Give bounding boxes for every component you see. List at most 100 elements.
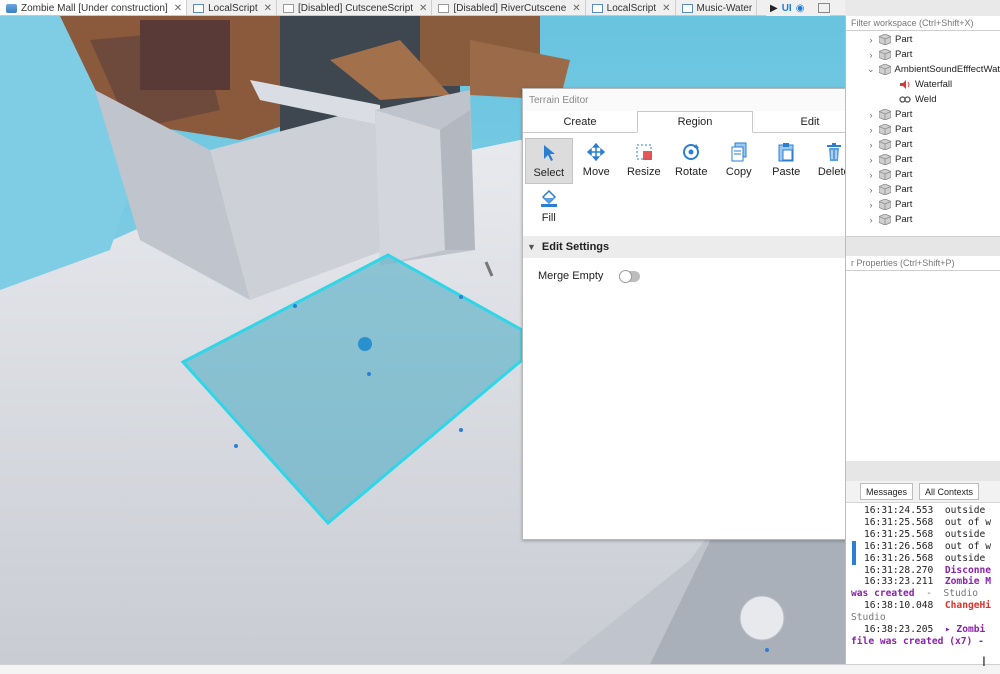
- part-icon: [879, 154, 891, 165]
- part-icon: [879, 139, 891, 150]
- panel-splitter[interactable]: [845, 461, 1000, 481]
- tool-label: Fill: [541, 212, 556, 224]
- tab-region[interactable]: Region: [637, 111, 753, 133]
- edit-settings-header[interactable]: ▼ Edit Settings: [523, 236, 867, 258]
- explorer-row-label: AmbientSoundEfffectWat: [894, 64, 1000, 75]
- region-tools: Select Move Resize Rotate Copy Paste Delete Fil…: [523, 133, 867, 230]
- contexts-dropdown[interactable]: All Contexts: [919, 483, 980, 500]
- log-marker: [852, 540, 856, 553]
- chevron-right-icon[interactable]: ›: [866, 200, 876, 210]
- terrain-editor-titlebar[interactable]: Terrain Editor: [523, 89, 867, 111]
- tool-select-button[interactable]: Select: [525, 138, 573, 184]
- output-line-text: 16:38:10.048 ChangeHi: [864, 600, 992, 612]
- explorer-row[interactable]: › Part: [846, 47, 1000, 62]
- tab-label: Zombie Mall [Under construction]: [21, 2, 168, 14]
- rotate-icon: [680, 141, 702, 163]
- explorer-row[interactable]: › Part: [846, 107, 1000, 122]
- explorer-panel: Filter workspace (Ctrl+Shift+X) › Part › Pa…: [845, 16, 1000, 236]
- properties-filter-input[interactable]: r Properties (Ctrl+Shift+P): [846, 256, 1000, 271]
- explorer-row-label: Part: [895, 34, 913, 45]
- explorer-row[interactable]: › Part: [846, 152, 1000, 167]
- explorer-row[interactable]: Weld: [846, 92, 1000, 107]
- collapse-triangle-icon: ▼: [527, 242, 536, 252]
- chevron-down-icon[interactable]: ⌄: [866, 64, 876, 75]
- part-icon: [879, 199, 891, 210]
- messages-dropdown[interactable]: Messages: [860, 483, 914, 500]
- tool-resize-button[interactable]: Resize: [620, 138, 668, 184]
- status-bar: [0, 664, 1000, 674]
- merge-empty-label: Merge Empty: [538, 270, 604, 282]
- chevron-right-icon[interactable]: ›: [866, 170, 876, 180]
- explorer-row[interactable]: Waterfall: [846, 77, 1000, 92]
- tool-fill-button[interactable]: Fill: [525, 184, 573, 230]
- output-line: 16:33:23.211 Zombie M: [846, 576, 1000, 588]
- explorer-row-label: Weld: [915, 94, 937, 105]
- part-icon: [878, 64, 891, 75]
- chevron-right-icon[interactable]: ›: [866, 215, 876, 225]
- document-tab[interactable]: [Disabled] RiverCutscene ✕: [432, 0, 586, 15]
- document-tab-bar: Zombie Mall [Under construction] ✕ LocalSc…: [0, 0, 845, 16]
- explorer-row[interactable]: › Part: [846, 182, 1000, 197]
- explorer-footer: [845, 236, 1000, 256]
- fill-bucket-icon: [538, 187, 560, 209]
- tool-copy-button[interactable]: Copy: [715, 138, 763, 184]
- chevron-right-icon[interactable]: ›: [866, 125, 876, 135]
- sound-icon: [899, 79, 911, 90]
- close-tab-icon[interactable]: ✕: [264, 3, 272, 14]
- document-tab[interactable]: LocalScript ✕: [586, 0, 676, 15]
- chevron-right-icon[interactable]: ›: [866, 185, 876, 195]
- document-tab[interactable]: Zombie Mall [Under construction] ✕: [0, 0, 188, 15]
- close-tab-icon[interactable]: ✕: [174, 3, 182, 14]
- merge-empty-toggle[interactable]: [619, 269, 641, 283]
- document-tab[interactable]: Music-Water: [676, 0, 758, 15]
- output-line-text: 16:33:23.211 Zombie M: [864, 576, 992, 588]
- output-log[interactable]: 16:31:24.553 outside 16:31:25.568 out of …: [846, 503, 1000, 648]
- ui-toggle-button[interactable]: UI: [782, 3, 792, 14]
- explorer-row[interactable]: › Part: [846, 167, 1000, 182]
- output-line-text: 16:31:26.568 out of w: [864, 540, 992, 552]
- output-line: 16:38:23.205 ▸ Zombi: [846, 624, 1000, 636]
- restore-window-icon[interactable]: [818, 3, 831, 13]
- merge-empty-setting: Merge Empty: [523, 258, 867, 294]
- output-line-text: 16:31:26.568 outside: [864, 552, 986, 564]
- explorer-row-label: Part: [895, 184, 913, 195]
- close-tab-icon[interactable]: ✕: [419, 3, 427, 14]
- script-icon: [282, 3, 294, 13]
- explorer-row[interactable]: › Part: [846, 32, 1000, 47]
- explorer-row-label: Part: [895, 214, 913, 225]
- tab-scroll-right-icon[interactable]: ▶: [770, 3, 778, 14]
- close-tab-icon[interactable]: ✕: [572, 3, 580, 14]
- eye-icon[interactable]: ◉: [796, 3, 805, 14]
- copy-icon: [728, 141, 750, 163]
- tool-paste-button[interactable]: Paste: [763, 138, 811, 184]
- explorer-row[interactable]: › Part: [846, 137, 1000, 152]
- tool-label: Copy: [725, 166, 752, 178]
- close-tab-icon[interactable]: ✕: [662, 3, 670, 14]
- edit-settings-title: Edit Settings: [541, 241, 610, 253]
- output-line-text: 16:31:25.568 out of w: [864, 516, 992, 528]
- document-tab[interactable]: [Disabled] CutsceneScript ✕: [277, 0, 433, 15]
- explorer-row[interactable]: › Part: [846, 212, 1000, 227]
- tool-label: Rotate: [675, 166, 708, 178]
- explorer-row[interactable]: ⌄ AmbientSoundEfffectWat: [846, 62, 1000, 77]
- chevron-right-icon[interactable]: ›: [866, 50, 876, 60]
- tool-move-button[interactable]: Move: [573, 138, 621, 184]
- tool-label: Paste: [772, 166, 801, 178]
- explorer-row-label: Part: [895, 169, 913, 180]
- output-line: 16:31:25.568 outside: [846, 529, 1000, 541]
- explorer-row-label: Part: [895, 139, 913, 150]
- chevron-right-icon[interactable]: ›: [866, 110, 876, 120]
- chevron-right-icon[interactable]: ›: [866, 35, 876, 45]
- part-icon: [879, 124, 891, 135]
- part-icon: [879, 49, 891, 60]
- document-tab[interactable]: LocalScript ✕: [187, 0, 277, 15]
- explorer-filter-input[interactable]: Filter workspace (Ctrl+Shift+X): [846, 16, 1000, 31]
- explorer-row-label: Part: [895, 199, 913, 210]
- script-icon: [193, 3, 205, 13]
- chevron-right-icon[interactable]: ›: [866, 155, 876, 165]
- explorer-row[interactable]: › Part: [846, 197, 1000, 212]
- explorer-row[interactable]: › Part: [846, 122, 1000, 137]
- tool-rotate-button[interactable]: Rotate: [668, 138, 716, 184]
- tab-create[interactable]: Create: [523, 111, 637, 132]
- chevron-right-icon[interactable]: ›: [866, 140, 876, 150]
